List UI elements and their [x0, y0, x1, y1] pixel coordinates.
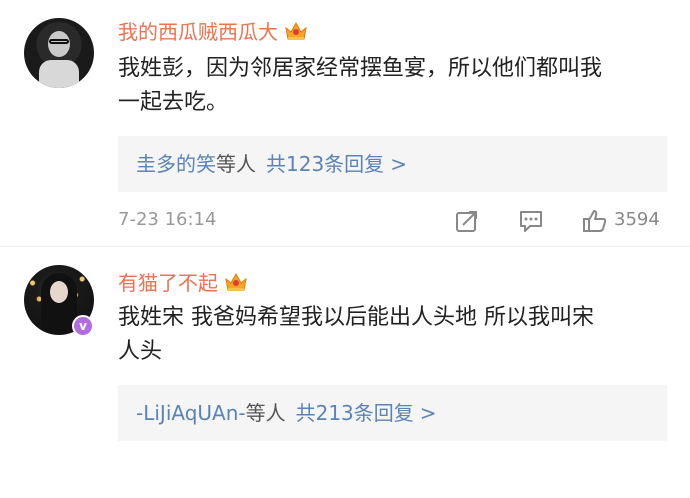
- verified-badge: v: [72, 315, 94, 337]
- comment-icon[interactable]: [518, 208, 544, 234]
- avatar-face: [50, 281, 68, 303]
- reply-count-link[interactable]: 共123条回复: [266, 152, 384, 176]
- replies-preview[interactable]: 圭多的笑等人 共123条回复 >: [118, 136, 667, 192]
- avatar-shirt: [39, 60, 79, 88]
- comment-text-line: 我姓彭，因为邻居家经常摆鱼宴，所以他们都叫我: [118, 56, 603, 81]
- username-link[interactable]: 有猫了不起: [118, 267, 248, 296]
- username-text: 我的西瓜贼西瓜大: [118, 20, 278, 44]
- reply-count-link[interactable]: 共213条回复: [296, 401, 414, 425]
- avatar-glasses: [49, 39, 69, 44]
- comment-timestamp: 7-23 16:14: [118, 209, 217, 230]
- replies-preview[interactable]: -LiJiAqUAn-等人 共213条回复 >: [118, 385, 667, 441]
- chevron-right-icon: >: [390, 152, 407, 176]
- reply-first-user[interactable]: -LiJiAqUAn-: [136, 401, 246, 425]
- avatar[interactable]: [24, 18, 94, 88]
- comment-text: 我姓宋 我爸妈希望我以后能出人头地 所以我叫宋 人头: [118, 301, 668, 369]
- comment-item-2: v 有猫了不起 我姓宋 我爸妈希望我以后能出人头地 所以我叫宋 人头 -LiJi…: [0, 246, 690, 498]
- crown-icon: [285, 21, 307, 40]
- crown-icon: [225, 272, 247, 291]
- username-text: 有猫了不起: [118, 271, 218, 295]
- comment-footer: 7-23 16:14 3594: [118, 206, 678, 236]
- avatar-head: [48, 31, 70, 57]
- comment-text-line: 我姓宋 我爸妈希望我以后能出人头地 所以我叫宋: [118, 305, 594, 330]
- like-icon[interactable]: [582, 208, 608, 234]
- chevron-right-icon: >: [419, 401, 437, 425]
- reply-others-label: 等人: [216, 152, 256, 176]
- comment-text-line: 人头: [118, 339, 163, 364]
- username-link[interactable]: 我的西瓜贼西瓜大: [118, 16, 308, 45]
- share-icon[interactable]: [454, 208, 480, 234]
- reply-first-user[interactable]: 圭多的笑: [136, 152, 216, 176]
- comment-text-line: 一起去吃。: [118, 90, 229, 115]
- comment-item-1: 我的西瓜贼西瓜大 我姓彭，因为邻居家经常摆鱼宴，所以他们都叫我 一起去吃。 圭多…: [0, 0, 690, 246]
- comment-text: 我姓彭，因为邻居家经常摆鱼宴，所以他们都叫我 一起去吃。: [118, 52, 668, 120]
- reply-others-label: 等人: [245, 401, 286, 425]
- like-count: 3594: [614, 209, 660, 230]
